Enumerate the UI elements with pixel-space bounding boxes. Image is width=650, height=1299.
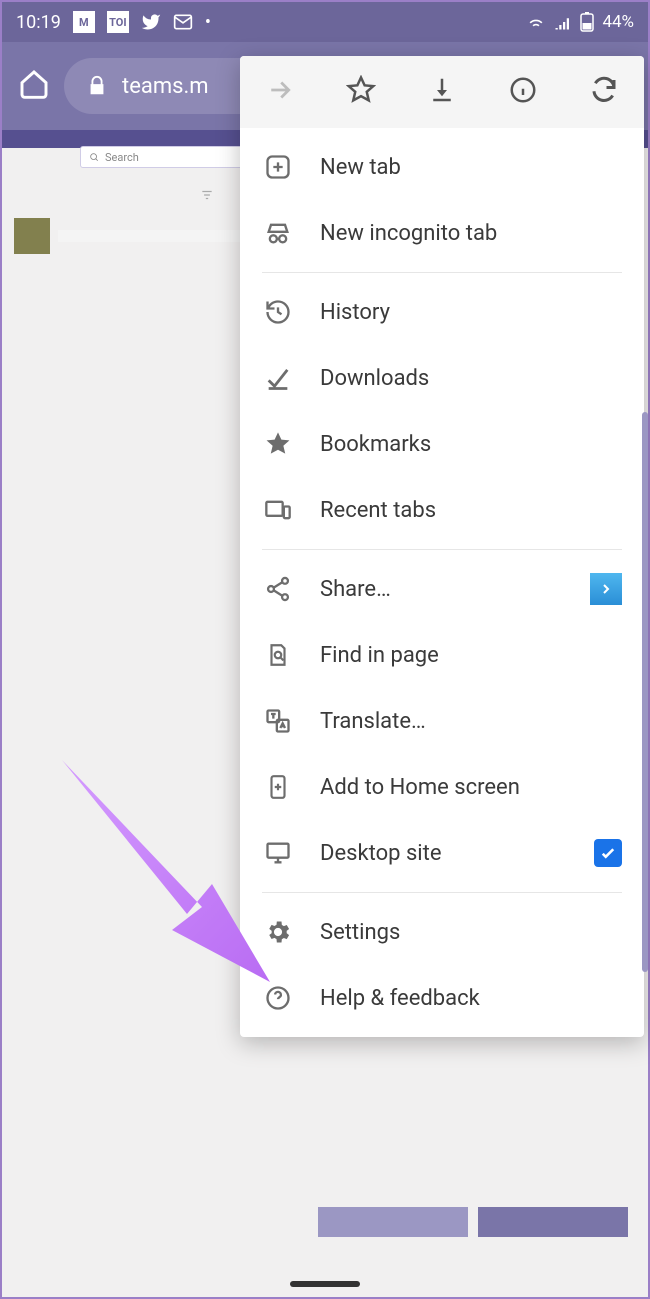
scrollbar[interactable] — [642, 412, 648, 972]
download-button[interactable] — [427, 75, 457, 109]
history-icon — [262, 298, 294, 326]
menu-item-help[interactable]: Help & feedback — [240, 965, 644, 1031]
menu-label: Help & feedback — [320, 986, 480, 1011]
menu-item-desktop-site[interactable]: Desktop site — [240, 820, 644, 886]
share-icon — [262, 575, 294, 603]
status-time: 10:19 — [16, 12, 61, 33]
status-app-icon-2: TOI — [107, 11, 129, 33]
reload-button[interactable] — [589, 75, 619, 109]
menu-item-bookmarks[interactable]: Bookmarks — [240, 411, 644, 477]
help-icon — [262, 984, 294, 1012]
menu-label: Downloads — [320, 366, 429, 391]
status-bar: 10:19 M TOI • 44% — [2, 2, 648, 42]
menu-label: History — [320, 300, 390, 325]
forward-button[interactable] — [265, 75, 295, 109]
menu-label: Settings — [320, 920, 400, 945]
gesture-bar — [290, 1281, 360, 1287]
plus-square-icon — [262, 153, 294, 181]
gmail-icon — [173, 12, 193, 32]
menu-item-recent-tabs[interactable]: Recent tabs — [240, 477, 644, 543]
check-underline-icon — [262, 364, 294, 392]
url-text: teams.m — [122, 74, 209, 99]
menu-label: New tab — [320, 155, 401, 180]
find-in-page-icon — [262, 642, 294, 668]
menu-label: New incognito tab — [320, 221, 497, 246]
menu-label: Share… — [320, 577, 391, 602]
menu-label: Bookmarks — [320, 432, 431, 457]
menu-label: Add to Home screen — [320, 775, 520, 800]
teams-search-placeholder: Search — [105, 151, 139, 164]
filter-icon[interactable] — [14, 187, 214, 206]
status-app-icon-1: M — [73, 11, 95, 33]
menu-item-history[interactable]: History — [240, 279, 644, 345]
menu-label: Find in page — [320, 643, 439, 668]
menu-item-new-tab[interactable]: New tab — [240, 134, 644, 200]
star-icon — [262, 430, 294, 458]
overflow-menu: New tab New incognito tab History Downlo — [240, 56, 644, 1037]
redacted-block — [318, 1207, 468, 1237]
devices-icon — [262, 496, 294, 524]
add-to-home-icon — [262, 774, 294, 800]
status-dot-icon: • — [205, 12, 211, 33]
menu-item-find[interactable]: Find in page — [240, 622, 644, 688]
desktop-icon — [262, 839, 294, 867]
info-button[interactable] — [508, 75, 538, 109]
twitter-icon — [141, 12, 161, 32]
menu-item-downloads[interactable]: Downloads — [240, 345, 644, 411]
redacted-block — [478, 1207, 628, 1237]
share-target-icon — [590, 573, 622, 605]
menu-label: Recent tabs — [320, 498, 436, 523]
menu-item-add-home[interactable]: Add to Home screen — [240, 754, 644, 820]
home-button[interactable] — [18, 68, 50, 104]
signal-icon — [554, 13, 572, 31]
menu-label: Translate… — [320, 709, 426, 734]
menu-item-settings[interactable]: Settings — [240, 899, 644, 965]
lock-icon — [86, 75, 108, 97]
desktop-site-checkbox[interactable] — [594, 839, 622, 867]
menu-item-incognito[interactable]: New incognito tab — [240, 200, 644, 266]
menu-label: Desktop site — [320, 841, 442, 866]
search-icon — [89, 152, 99, 162]
list-item-avatar — [14, 218, 50, 254]
menu-item-translate[interactable]: Translate… — [240, 688, 644, 754]
bookmark-button[interactable] — [346, 75, 376, 109]
wifi-icon — [526, 12, 546, 32]
battery-percent: 44% — [602, 12, 634, 32]
battery-icon — [580, 12, 594, 32]
translate-icon — [262, 707, 294, 735]
menu-item-share[interactable]: Share… — [240, 556, 644, 622]
gear-icon — [262, 918, 294, 946]
incognito-icon — [262, 219, 294, 247]
